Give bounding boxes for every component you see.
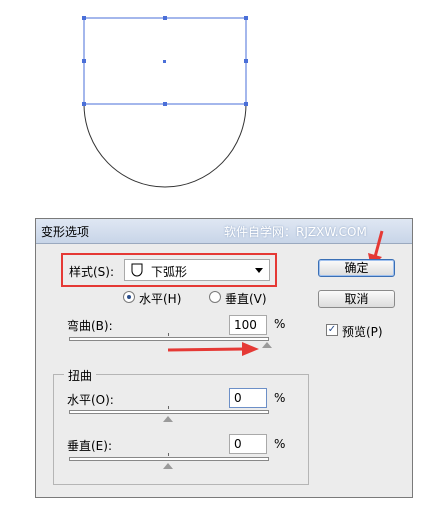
vertical-distortion-slider-thumb[interactable] [163, 463, 173, 469]
horizontal-distortion-unit: % [274, 391, 286, 405]
handle-top-left[interactable] [82, 16, 86, 20]
bend-input[interactable]: 100 [229, 315, 267, 335]
handle-bottom-center[interactable] [163, 102, 167, 106]
handle-center[interactable] [163, 60, 166, 63]
horizontal-radio-label[interactable]: 水平(H) [139, 290, 181, 307]
handle-bottom-left[interactable] [82, 102, 86, 106]
horizontal-distortion-input[interactable]: 0 [229, 388, 267, 408]
watermark-text: 软件自学网：RJZXW.COM [224, 225, 367, 239]
distortion-group-title: 扭曲 [64, 367, 97, 384]
handle-top-right[interactable] [244, 16, 248, 20]
bend-unit: % [274, 317, 286, 331]
vertical-radio-label[interactable]: 垂直(V) [225, 290, 267, 307]
horizontal-distortion-label: 水平(O): [67, 393, 114, 407]
bend-label: 弯曲(B): [67, 319, 113, 333]
vertical-distortion-input[interactable]: 0 [229, 434, 267, 454]
vertical-distortion-label: 垂直(E): [67, 439, 112, 453]
horizontal-distortion-slider-track[interactable] [69, 410, 269, 414]
vertical-radio[interactable] [209, 291, 221, 303]
handle-top-center[interactable] [163, 16, 167, 20]
annotation-arrow-right [167, 342, 259, 356]
selection-handles[interactable] [82, 16, 248, 106]
bend-slider-center-tick [168, 333, 169, 336]
artboard-canvas[interactable] [0, 0, 445, 205]
horizontal-distortion-slider-thumb[interactable] [163, 416, 173, 422]
vertical-distortion-center-tick [168, 453, 169, 456]
ok-button[interactable]: 确定 [318, 259, 395, 277]
handle-middle-right[interactable] [244, 59, 248, 63]
handle-bottom-right[interactable] [244, 102, 248, 106]
preview-label[interactable]: 预览(P) [342, 323, 383, 340]
horizontal-distortion-center-tick [168, 406, 169, 409]
handle-middle-left[interactable] [82, 59, 86, 63]
vertical-distortion-unit: % [274, 437, 286, 451]
dialog-titlebar[interactable]: 变形选项 软件自学网：RJZXW.COM [36, 219, 412, 244]
lower-arc-shape[interactable] [83, 103, 247, 188]
cancel-button[interactable]: 取消 [318, 290, 395, 308]
vertical-distortion-slider-track[interactable] [69, 457, 269, 461]
dialog-title: 变形选项 [41, 225, 90, 239]
warp-options-dialog: 变形选项 软件自学网：RJZXW.COM 样式(S): 下弧形 水平(H) 垂直… [35, 218, 413, 498]
annotation-highlight-box [61, 253, 277, 287]
preview-checkbox[interactable]: ✓ [326, 324, 338, 336]
bend-slider-thumb[interactable] [262, 342, 272, 348]
horizontal-radio[interactable] [123, 291, 135, 303]
